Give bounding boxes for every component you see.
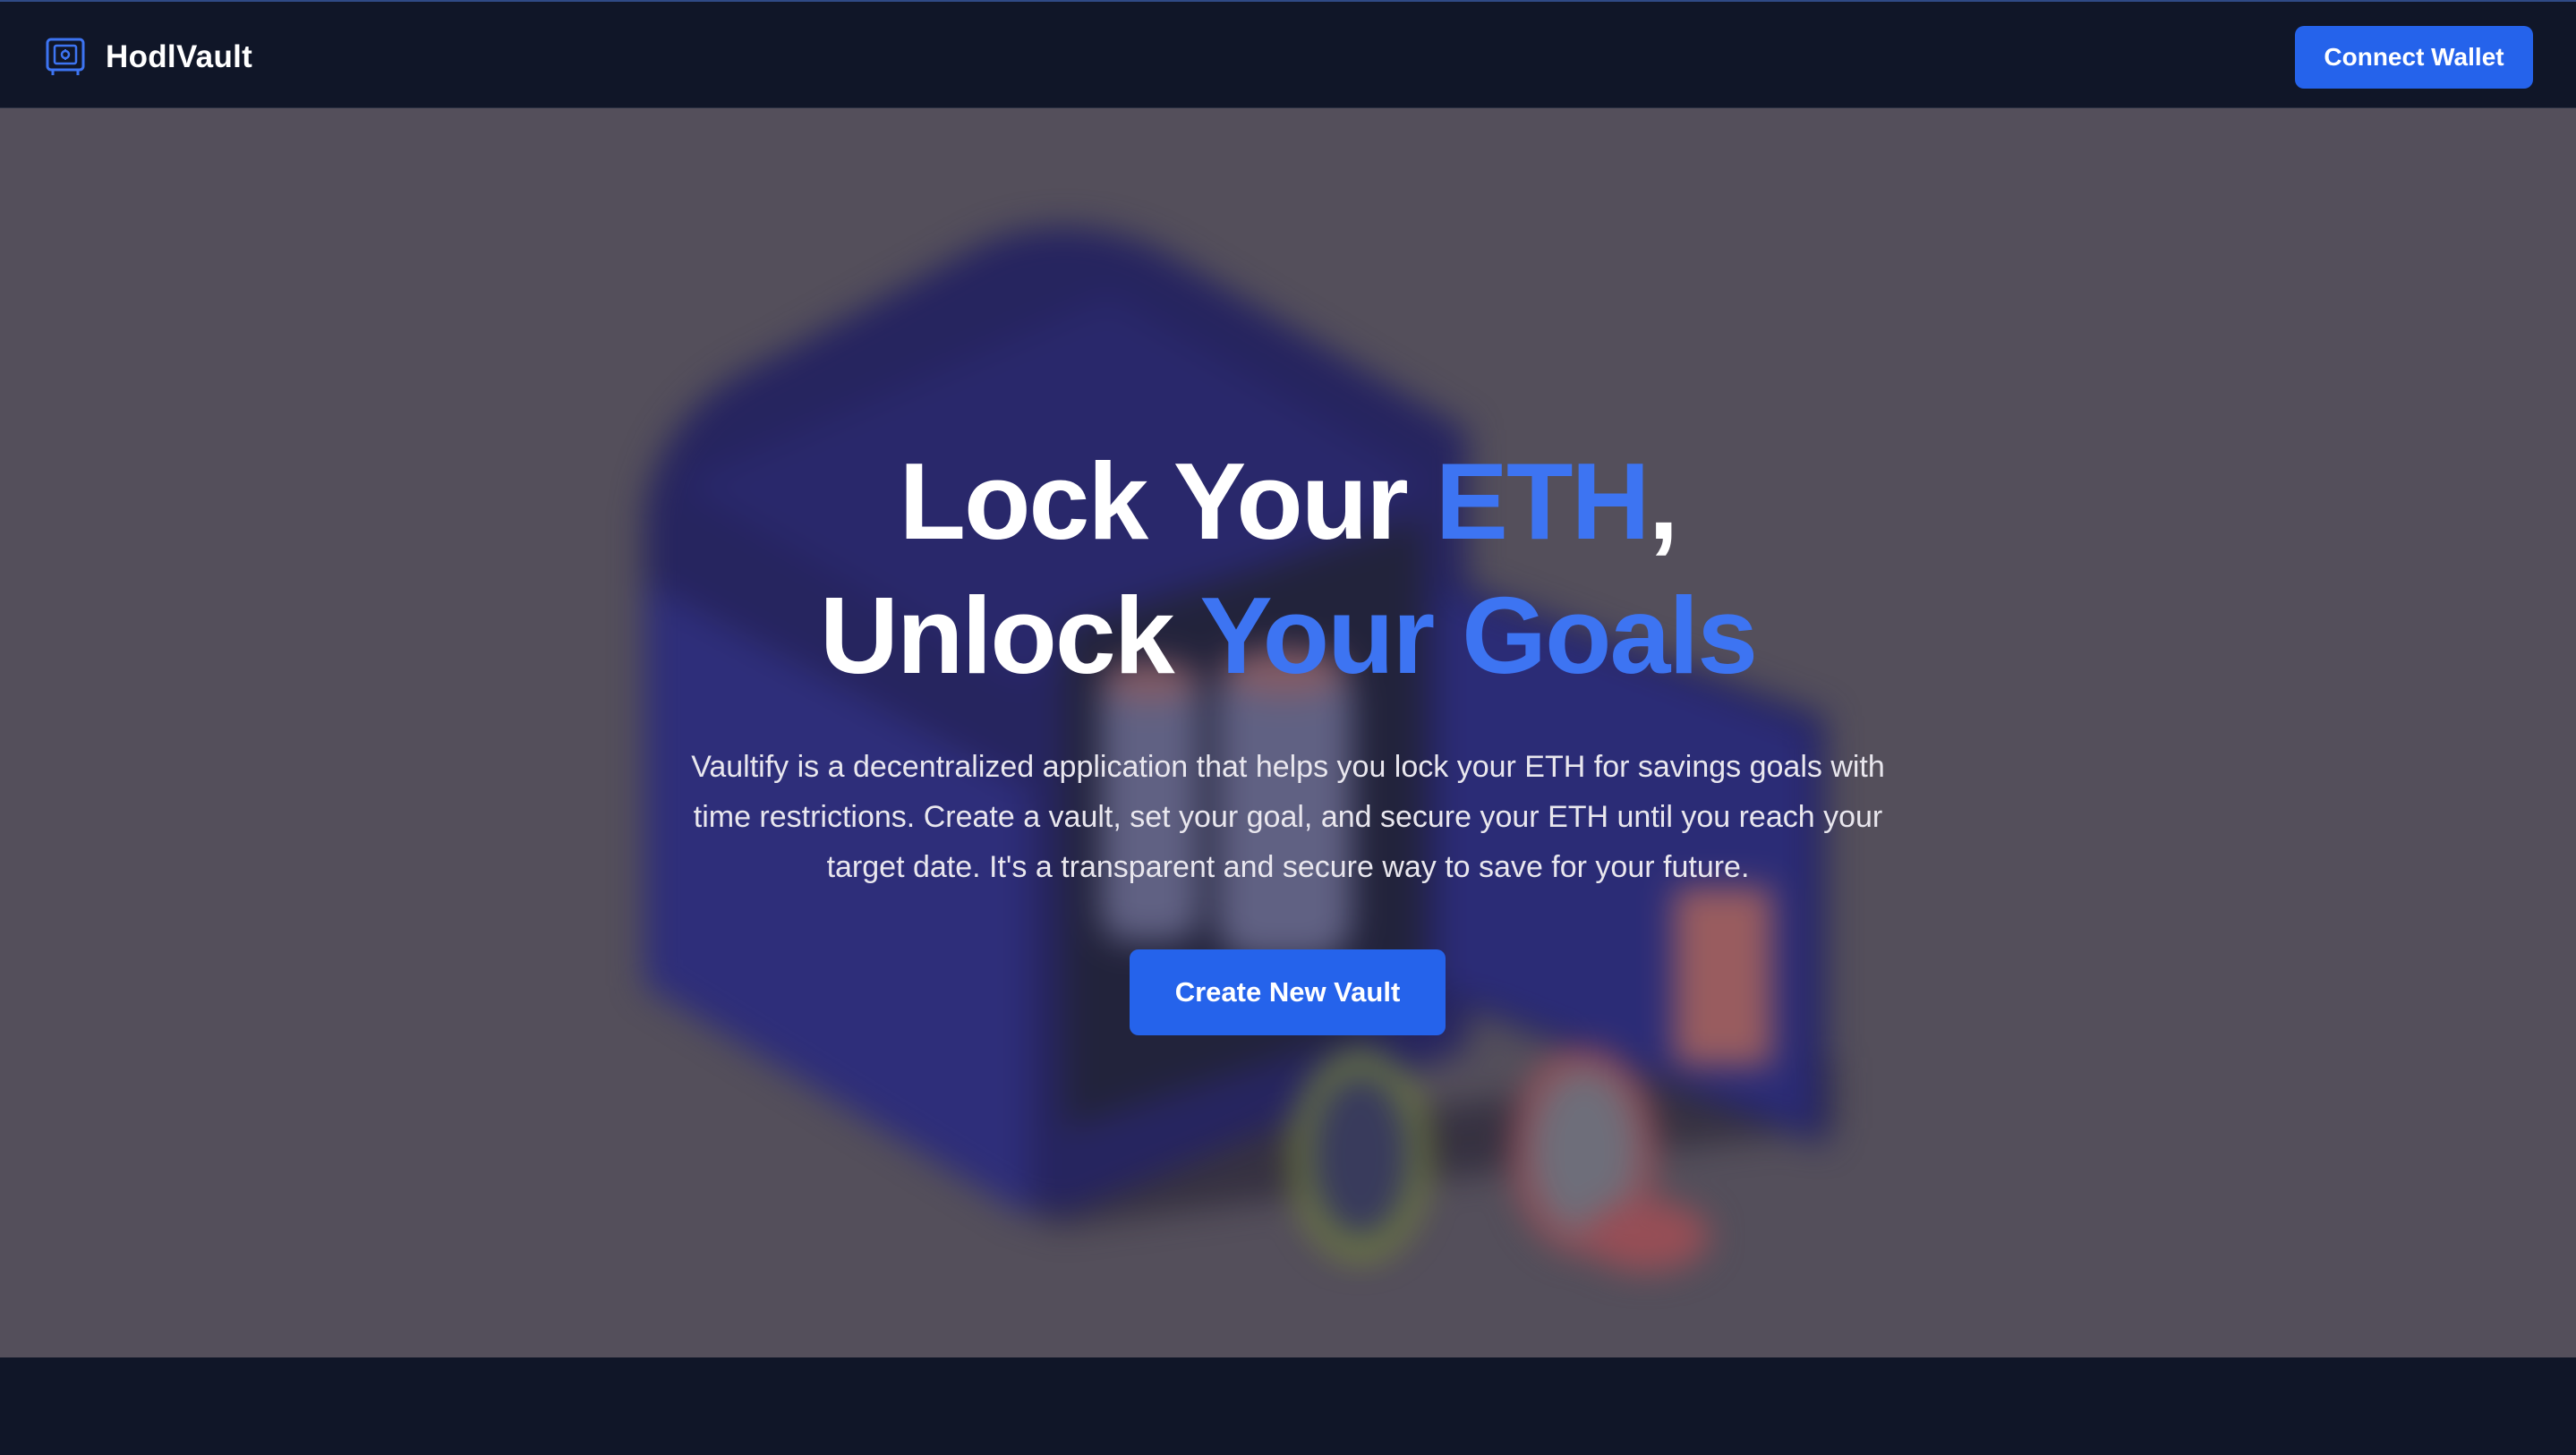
navbar: HodlVault Connect Wallet	[0, 0, 2576, 108]
headline-line-1-prefix: Lock Your	[899, 440, 1436, 562]
headline-line-2-prefix: Unlock	[819, 574, 1200, 696]
headline-accent-eth: ETH	[1435, 440, 1651, 562]
create-new-vault-button[interactable]: Create New Vault	[1130, 949, 1446, 1035]
headline-line-1-suffix: ,	[1648, 440, 1679, 562]
brand[interactable]: HodlVault	[45, 36, 252, 79]
connect-wallet-button[interactable]: Connect Wallet	[2295, 26, 2533, 89]
headline-accent-goals: Your Goals	[1199, 574, 1758, 696]
brand-name: HodlVault	[106, 39, 253, 74]
footer-band	[0, 1357, 2576, 1455]
hero-description: Vaultify is a decentralized application …	[691, 750, 1885, 884]
hero-section: Lock Your ETH, Unlock Your Goals Vaultif…	[0, 108, 2576, 1357]
headline-line-1: Lock Your ETH,	[0, 434, 2576, 568]
page: HodlVault Connect Wallet Lock Your ETH, …	[0, 0, 2576, 1455]
hero-content: Lock Your ETH, Unlock Your Goals Vaultif…	[0, 108, 2576, 1357]
headline-line-2: Unlock Your Goals	[0, 568, 2576, 702]
safe-icon	[45, 37, 86, 78]
